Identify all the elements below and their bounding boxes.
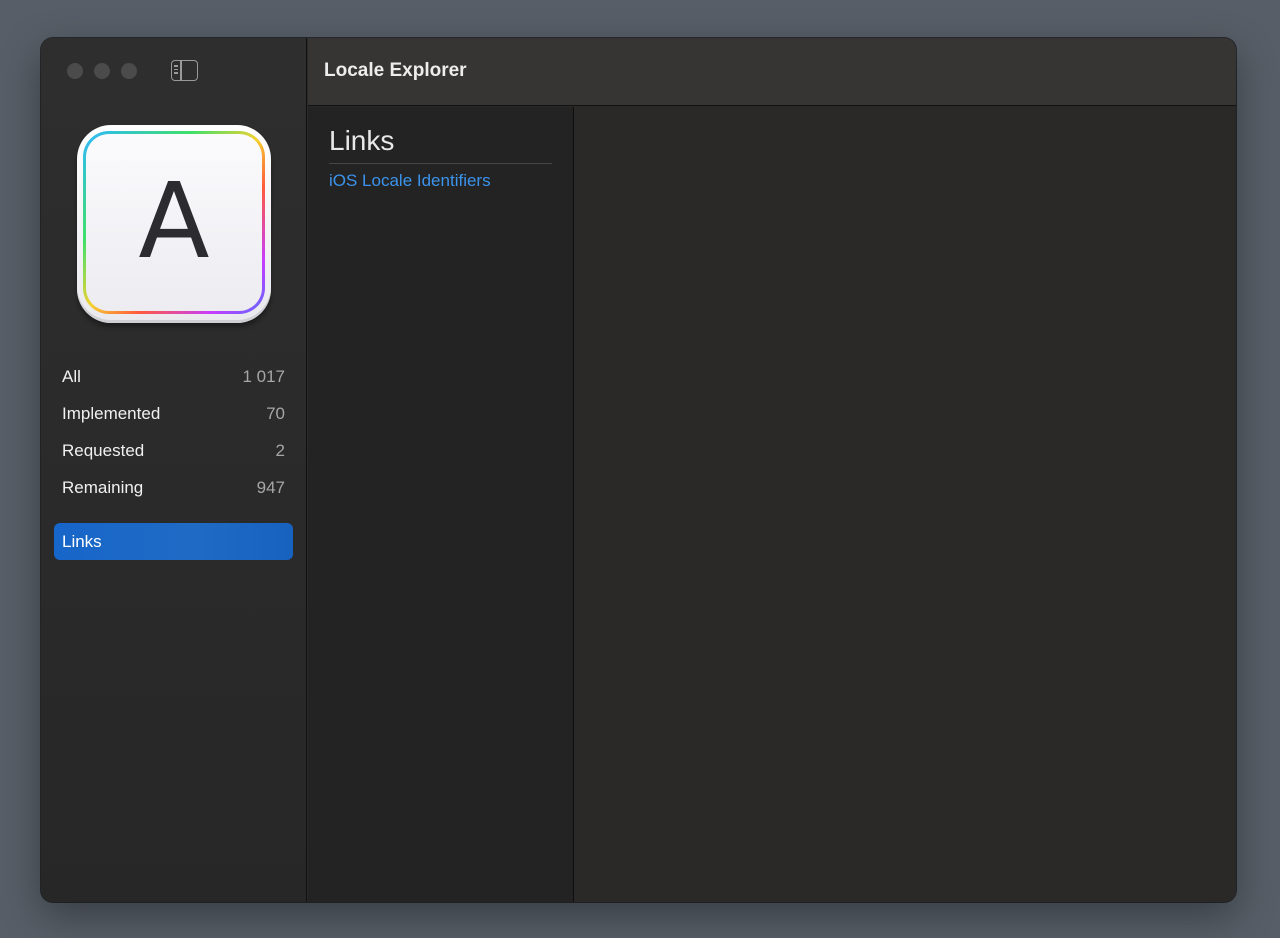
window-controls (67, 63, 137, 79)
app-icon: A (77, 125, 271, 323)
sidebar-item-all[interactable]: All 1 017 (54, 358, 293, 395)
sidebar-item-label: Remaining (62, 477, 144, 497)
zoom-window-button[interactable] (121, 63, 137, 79)
sidebar-item-count: 947 (256, 477, 285, 497)
sidebar-toggle-icon[interactable] (171, 60, 198, 81)
sidebar-item-count: 2 (275, 440, 285, 460)
app-window: A All 1 017 Implemented 70 Requested 2 R… (41, 38, 1236, 902)
sidebar-item-requested[interactable]: Requested 2 (54, 432, 293, 469)
detail-pane (575, 107, 1236, 902)
sidebar-item-count: 70 (266, 403, 285, 423)
sidebar-item-links[interactable]: Links (54, 523, 293, 560)
sidebar: A All 1 017 Implemented 70 Requested 2 R… (41, 38, 307, 902)
ios-locale-identifiers-link[interactable]: iOS Locale Identifiers (329, 171, 491, 191)
sidebar-item-implemented[interactable]: Implemented 70 (54, 395, 293, 432)
heading-divider (329, 163, 552, 164)
sidebar-item-label: Implemented (62, 403, 161, 423)
window-title: Locale Explorer (324, 60, 467, 81)
close-window-button[interactable] (67, 63, 83, 79)
links-list-pane: Links iOS Locale Identifiers (308, 107, 574, 902)
minimize-window-button[interactable] (94, 63, 110, 79)
sidebar-item-label: All (62, 366, 81, 386)
sidebar-item-count: 1 017 (242, 366, 285, 386)
links-heading: Links (329, 125, 395, 156)
title-bar: Locale Explorer (308, 38, 1236, 106)
sidebar-item-remaining[interactable]: Remaining 947 (54, 469, 293, 506)
sidebar-item-label: Requested (62, 440, 145, 460)
app-icon-letter: A (138, 160, 210, 282)
category-list: All 1 017 Implemented 70 Requested 2 Rem… (54, 358, 293, 506)
